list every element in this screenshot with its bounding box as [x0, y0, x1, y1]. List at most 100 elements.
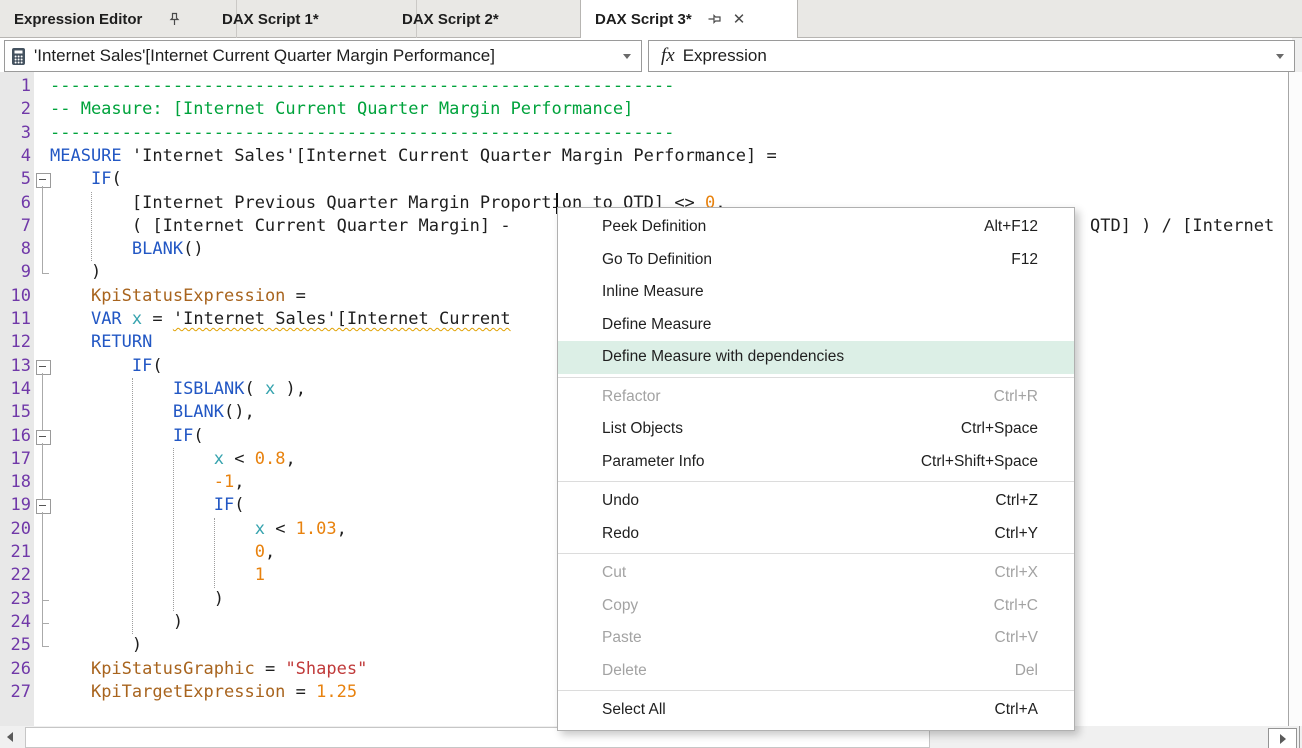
menu-item-refactor[interactable]: RefactorCtrl+R	[558, 381, 1074, 414]
menu-item-shortcut: Ctrl+R	[994, 388, 1038, 406]
tab-bar: Expression Editor DAX Script 1* DAX Scri…	[0, 0, 1302, 38]
tab-label: Expression Editor	[14, 11, 142, 28]
menu-item-label: Define Measure with dependencies	[602, 348, 1018, 366]
code-segment: ()	[183, 239, 203, 259]
menu-item-shortcut: Ctrl+Shift+Space	[921, 453, 1038, 471]
menu-item-peek-definition[interactable]: Peek Definition Alt+F12	[558, 211, 1074, 244]
code-segment: )	[50, 262, 101, 282]
menu-item-list-objects[interactable]: List ObjectsCtrl+Space	[558, 413, 1074, 446]
menu-item-shortcut: Alt+F12	[984, 218, 1038, 236]
code-segment	[50, 332, 91, 352]
close-tab-icon[interactable]: ✕	[733, 10, 746, 28]
code-segment: KpiStatusGraphic	[91, 659, 255, 679]
code-segment: x	[132, 309, 142, 329]
tab-label: DAX Script 2*	[402, 11, 499, 28]
menu-item-go-to-definition[interactable]: Go To DefinitionF12	[558, 244, 1074, 277]
tab-label: DAX Script 3*	[595, 11, 692, 28]
code-segment: VAR	[91, 309, 122, 329]
code-segment: BLANK	[132, 239, 183, 259]
menu-item-shortcut: Ctrl+C	[994, 597, 1038, 615]
code-segment: =	[142, 309, 173, 329]
scroll-right-button[interactable]	[1268, 728, 1297, 748]
menu-item-copy[interactable]: CopyCtrl+C	[558, 590, 1074, 623]
menu-item-delete[interactable]: DeleteDel	[558, 655, 1074, 688]
tab-dax-script-2[interactable]: DAX Script 2*	[388, 0, 609, 38]
code-segment: )	[50, 589, 224, 609]
menu-item-label: Select All	[602, 701, 975, 719]
code-segment: ----------------------------------------…	[50, 76, 674, 96]
code-segment: )	[50, 635, 142, 655]
code-line[interactable]: IF(	[0, 168, 1288, 191]
code-segment	[50, 356, 132, 376]
menu-item-parameter-info[interactable]: Parameter Info Ctrl+Shift+Space	[558, 446, 1074, 479]
measure-selector-value: 'Internet Sales'[Internet Current Quarte…	[34, 46, 495, 66]
code-segment: 0	[255, 542, 265, 562]
scroll-left-icon[interactable]	[7, 732, 13, 742]
menu-separator	[558, 374, 1074, 381]
code-segment: QTD] ) / [Internet	[1090, 215, 1274, 238]
code-segment: ),	[275, 379, 306, 399]
code-segment	[50, 682, 91, 702]
code-segment	[50, 495, 214, 515]
tab-dax-script-3[interactable]: DAX Script 3* ✕	[580, 0, 798, 38]
menu-item-shortcut: Ctrl+V	[995, 629, 1039, 647]
menu-item-redo[interactable]: RedoCtrl+Y	[558, 518, 1074, 551]
vertical-scrollbar[interactable]	[1288, 72, 1302, 726]
code-segment: 1	[255, 565, 265, 585]
menu-separator	[558, 478, 1074, 485]
menu-item-inline-measure[interactable]: Inline Measure	[558, 276, 1074, 309]
code-segment: "Shapes"	[285, 659, 367, 679]
code-segment	[50, 519, 255, 539]
menu-item-shortcut: Ctrl+Space	[961, 420, 1038, 438]
property-selector-value: Expression	[683, 46, 767, 66]
menu-item-undo[interactable]: UndoCtrl+Z	[558, 485, 1074, 518]
code-segment: x	[214, 449, 224, 469]
code-segment	[50, 169, 91, 189]
code-line[interactable]: -- Measure: [Internet Current Quarter Ma…	[0, 98, 1288, 121]
pin-icon[interactable]	[168, 12, 181, 26]
menu-item-label: Inline Measure	[602, 283, 1018, 301]
menu-item-label: Define Measure	[602, 316, 1018, 334]
code-segment	[50, 309, 91, 329]
window-right-edge	[1299, 726, 1300, 748]
chevron-down-icon[interactable]	[1276, 54, 1284, 59]
menu-item-define-measure-with-dependencies[interactable]: Define Measure with dependencies	[558, 341, 1074, 374]
code-segment: ISBLANK	[173, 379, 245, 399]
menu-separator	[558, 550, 1074, 557]
scroll-right-icon	[1280, 734, 1286, 744]
code-segment: (	[152, 356, 162, 376]
menu-item-paste[interactable]: PasteCtrl+V	[558, 622, 1074, 655]
code-segment	[50, 426, 173, 446]
code-segment: ,	[234, 472, 244, 492]
tab-dax-script-1[interactable]: DAX Script 1*	[208, 0, 417, 38]
menu-item-shortcut: F12	[1011, 251, 1038, 269]
code-line[interactable]: ----------------------------------------…	[0, 122, 1288, 145]
menu-item-label: Peek Definition	[602, 218, 964, 236]
code-segment: (	[234, 495, 244, 515]
code-segment	[50, 449, 214, 469]
menu-item-cut[interactable]: CutCtrl+X	[558, 557, 1074, 590]
code-segment: (	[244, 379, 264, 399]
code-segment: -1	[214, 472, 234, 492]
code-segment	[50, 379, 173, 399]
measure-selector-dropdown[interactable]: 'Internet Sales'[Internet Current Quarte…	[4, 40, 642, 72]
code-segment: 'Internet Sales'[Internet Current	[173, 309, 511, 329]
code-line[interactable]: ----------------------------------------…	[0, 75, 1288, 98]
property-selector-dropdown[interactable]: fx Expression	[648, 40, 1295, 72]
tab-expression-editor[interactable]: Expression Editor	[0, 0, 237, 38]
code-segment: -- Measure: [Internet Current Quarter Ma…	[50, 99, 633, 119]
menu-item-label: Undo	[602, 492, 975, 510]
unpin-icon[interactable]	[707, 13, 721, 26]
code-line[interactable]: MEASURE 'Internet Sales'[Internet Curren…	[0, 145, 1288, 168]
code-segment: <	[224, 449, 255, 469]
menu-item-label: Cut	[602, 564, 975, 582]
code-segment: ,	[337, 519, 347, 539]
menu-item-define-measure[interactable]: Define Measure	[558, 309, 1074, 342]
context-menu: Peek Definition Alt+F12 Go To DefinitionF1…	[557, 207, 1075, 731]
menu-item-shortcut: Ctrl+Y	[995, 525, 1039, 543]
menu-item-select-all[interactable]: Select AllCtrl+A	[558, 694, 1074, 727]
code-segment: (),	[224, 402, 255, 422]
chevron-down-icon[interactable]	[623, 54, 631, 59]
menu-item-label: Parameter Info	[602, 453, 901, 471]
code-segment: x	[255, 519, 265, 539]
